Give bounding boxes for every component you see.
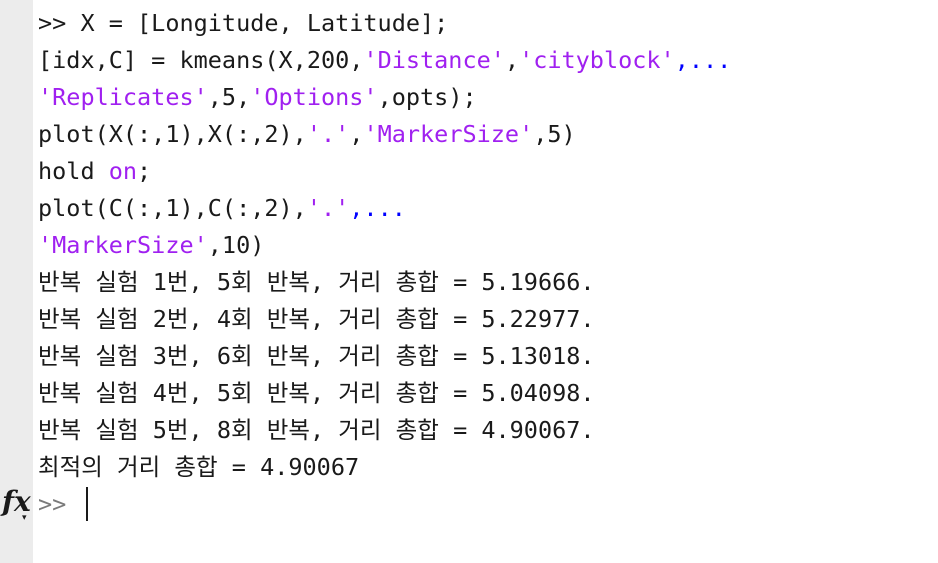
- code-text: ,5): [533, 120, 576, 148]
- console-line: 반복 실험 3번, 6회 반복, 거리 총합 = 5.13018.: [38, 338, 934, 375]
- code-text: plot(C(:,1),C(:,2),: [38, 194, 307, 222]
- code-text: plot(X(:,1),X(:,2),: [38, 120, 307, 148]
- command-window[interactable]: >> X = [Longitude, Latitude]; [idx,C] = k…: [0, 0, 938, 563]
- console-line: [idx,C] = kmeans(X,200,'Distance','cityb…: [38, 42, 934, 79]
- console-line: plot(C(:,1),C(:,2),'.',...: [38, 190, 934, 227]
- code-text: >> X = [Longitude, Latitude];: [38, 9, 449, 37]
- command-window-gutter: [0, 0, 33, 563]
- code-text: ,: [349, 120, 364, 148]
- code-text: ,opts);: [377, 83, 477, 111]
- console-line: 반복 실험 1번, 5회 반복, 거리 총합 = 5.19666.: [38, 264, 934, 301]
- code-text: 반복 실험 1번, 5회 반복, 거리 총합 = 5.19666.: [38, 268, 595, 296]
- string-literal: 'Distance': [363, 46, 505, 74]
- string-literal: 'Options': [250, 83, 378, 111]
- string-literal: 'Replicates': [38, 83, 208, 111]
- string-literal: on: [108, 157, 138, 185]
- code-text: ,10): [207, 231, 265, 259]
- console-line: 반복 실험 4번, 5회 반복, 거리 총합 = 5.04098.: [38, 375, 934, 412]
- code-text: [idx,C] = kmeans(X,200,: [38, 46, 364, 74]
- console-line: hold on;: [38, 153, 934, 190]
- code-text: ,5,: [207, 83, 251, 111]
- fx-dropdown-icon[interactable]: ▾: [22, 513, 27, 523]
- console-line: 'MarkerSize',10): [38, 227, 934, 264]
- code-text: ,: [504, 46, 520, 74]
- console-line: 'Replicates',5,'Options',opts);: [38, 79, 934, 116]
- continuation-token: ,...: [674, 46, 732, 74]
- console-output: >> X = [Longitude, Latitude]; [idx,C] = k…: [38, 5, 934, 486]
- console-line: 반복 실험 2번, 4회 반복, 거리 총합 = 5.22977.: [38, 301, 934, 338]
- code-text: hold: [38, 157, 109, 185]
- command-prompt: >>: [38, 490, 67, 518]
- console-line: plot(X(:,1),X(:,2),'.','MarkerSize',5): [38, 116, 934, 153]
- continuation-token: ,...: [349, 194, 406, 222]
- code-text: ;: [137, 157, 152, 185]
- console-line: 반복 실험 5번, 8회 반복, 거리 총합 = 4.90067.: [38, 412, 934, 449]
- code-text: 반복 실험 2번, 4회 반복, 거리 총합 = 5.22977.: [38, 305, 595, 333]
- string-literal: '.': [306, 194, 350, 222]
- code-text: 반복 실험 5번, 8회 반복, 거리 총합 = 4.90067.: [38, 416, 595, 444]
- code-text: 최적의 거리 총합 = 4.90067: [38, 453, 360, 481]
- console-line: 최적의 거리 총합 = 4.90067: [38, 449, 934, 486]
- string-literal: '.': [306, 120, 350, 148]
- text-cursor[interactable]: [86, 487, 88, 521]
- console-line: >> X = [Longitude, Latitude];: [38, 5, 934, 42]
- string-literal: 'MarkerSize': [38, 231, 208, 259]
- string-literal: 'MarkerSize': [363, 120, 534, 148]
- code-text: 반복 실험 3번, 6회 반복, 거리 총합 = 5.13018.: [38, 342, 595, 370]
- code-text: 반복 실험 4번, 5회 반복, 거리 총합 = 5.04098.: [38, 379, 595, 407]
- string-literal: 'cityblock': [519, 46, 675, 74]
